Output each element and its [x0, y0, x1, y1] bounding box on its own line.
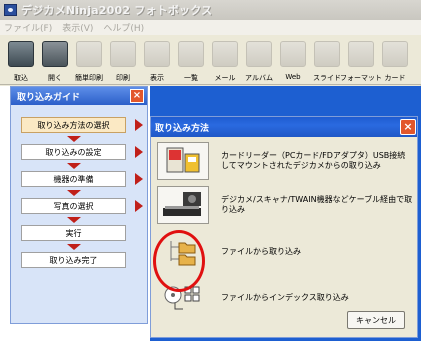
toolbar-open-button[interactable]: 開く	[38, 37, 72, 83]
folder-import-button[interactable]	[157, 233, 209, 271]
import-method-dialog: 取り込み方法 × カードリーダー（PCカード/FDアダプタ）USB接続してマウン…	[150, 116, 418, 338]
index-import-icon	[164, 286, 200, 310]
step-complete[interactable]: 取り込み完了	[21, 252, 126, 268]
down-arrow-icon	[67, 217, 81, 223]
dialog-title-bar: 取り込み方法 ×	[151, 117, 417, 137]
option-file-import[interactable]: ファイルから取り込み	[157, 232, 413, 272]
option-description: ファイルから取り込み	[221, 247, 301, 256]
import-guide-panel: 取り込みガイド × 取り込み方法の選択 取り込みの設定 機器の準備 写真の選択 …	[10, 86, 148, 324]
step-select-method[interactable]: 取り込み方法の選択	[21, 117, 126, 133]
toolbar-label: メール	[214, 74, 236, 82]
step-arrow-right-icon	[135, 119, 143, 131]
down-arrow-icon	[67, 136, 81, 142]
down-arrow-icon	[67, 244, 81, 250]
step-arrow-right-icon	[135, 173, 143, 185]
guide-title-bar: 取り込みガイド ×	[11, 87, 147, 105]
window-title: デジカメNinja2002 フォトボックス	[21, 4, 213, 17]
step-arrow-right-icon	[135, 200, 143, 212]
album-icon	[246, 41, 272, 67]
toolbar-album-button[interactable]: アルバム	[242, 37, 276, 83]
guide-title: 取り込みガイド	[17, 92, 81, 103]
toolbar-format-button[interactable]: フォーマット	[340, 37, 382, 83]
print-icon	[110, 41, 136, 67]
folder-import-icon	[170, 241, 196, 266]
toolbar-view-button[interactable]: 表示	[140, 37, 174, 83]
toolbar-label: アルバム	[245, 74, 273, 82]
toolbar-print-button[interactable]: 印刷	[106, 37, 140, 83]
toolbar-label: 取込	[14, 74, 28, 82]
scanner-twain-icon	[163, 192, 201, 216]
app-window: デジカメNinja2002 フォトボックス ファイル(F) 表示(V) ヘルプ(…	[0, 0, 421, 341]
web-icon	[280, 41, 306, 67]
guide-close-button[interactable]: ×	[130, 89, 144, 103]
menu-file[interactable]: ファイル(F)	[4, 21, 52, 34]
toolbar-label: 印刷	[116, 74, 130, 82]
camera-app-icon	[4, 4, 17, 16]
option-description: ファイルからインデックス取り込み	[221, 293, 349, 302]
toolbar-label: カード	[384, 74, 406, 82]
easy-print-icon	[76, 41, 102, 67]
card-icon	[382, 41, 408, 67]
step-device-prep[interactable]: 機器の準備	[21, 171, 126, 187]
dialog-title: 取り込み方法	[155, 123, 210, 134]
slide-icon	[314, 41, 340, 67]
toolbar-label: 一覧	[184, 74, 198, 82]
toolbar-list-button[interactable]: 一覧	[174, 37, 208, 83]
toolbar-mail-button[interactable]: メール	[208, 37, 242, 83]
scanner-twain-button[interactable]	[157, 186, 209, 224]
toolbar-label: フォーマット	[340, 74, 382, 82]
toolbar-label: スライド	[313, 74, 341, 82]
cancel-button[interactable]: キャンセル	[347, 311, 405, 329]
step-execute[interactable]: 実行	[21, 225, 126, 241]
step-photo-select[interactable]: 写真の選択	[21, 198, 126, 214]
list-icon	[178, 41, 204, 67]
dialog-close-button[interactable]: ×	[400, 119, 416, 135]
down-arrow-icon	[67, 190, 81, 196]
step-arrow-right-icon	[135, 146, 143, 158]
option-description: カードリーダー（PCカード/FDアダプタ）USB接続してマウントされたデジカメか…	[221, 151, 406, 170]
open-camera-icon	[42, 41, 68, 67]
format-icon	[348, 41, 374, 67]
camera-import-icon	[8, 41, 34, 67]
toolbar-easy-print-button[interactable]: 簡単印刷	[72, 37, 106, 83]
mail-icon	[212, 41, 238, 67]
menu-view[interactable]: 表示(V)	[62, 21, 93, 34]
menu-bar: ファイル(F) 表示(V) ヘルプ(H)	[0, 20, 421, 35]
option-description: デジカメ/スキャナ/TWAIN機器などケーブル経由で取り込み	[221, 195, 413, 214]
toolbar-label: 開く	[48, 74, 62, 82]
toolbar-label: 簡単印刷	[75, 74, 103, 82]
toolbar-label: 表示	[150, 74, 164, 82]
toolbar-card-button[interactable]: カード	[378, 37, 412, 83]
toolbar-import-button[interactable]: 取込	[4, 37, 38, 83]
toolbar-web-button[interactable]: Web	[276, 37, 310, 83]
index-import-button[interactable]	[157, 279, 209, 317]
toolbar-label: Web	[285, 73, 301, 81]
title-bar: デジカメNinja2002 フォトボックス	[0, 0, 421, 20]
step-settings[interactable]: 取り込みの設定	[21, 144, 126, 160]
toolbar: 取込 開く 簡単印刷 印刷 表示 一覧 メール アルバム Web スライド フォ…	[0, 35, 421, 85]
toolbar-slide-button[interactable]: スライド	[310, 37, 344, 83]
menu-help[interactable]: ヘルプ(H)	[103, 21, 144, 34]
option-card-reader[interactable]: カードリーダー（PCカード/FDアダプタ）USB接続してマウントされたデジカメか…	[157, 141, 413, 181]
option-scanner-twain[interactable]: デジカメ/スキャナ/TWAIN機器などケーブル経由で取り込み	[157, 185, 413, 225]
down-arrow-icon	[67, 163, 81, 169]
card-reader-icon	[166, 147, 200, 173]
view-icon	[144, 41, 170, 67]
card-reader-button[interactable]	[157, 142, 209, 180]
